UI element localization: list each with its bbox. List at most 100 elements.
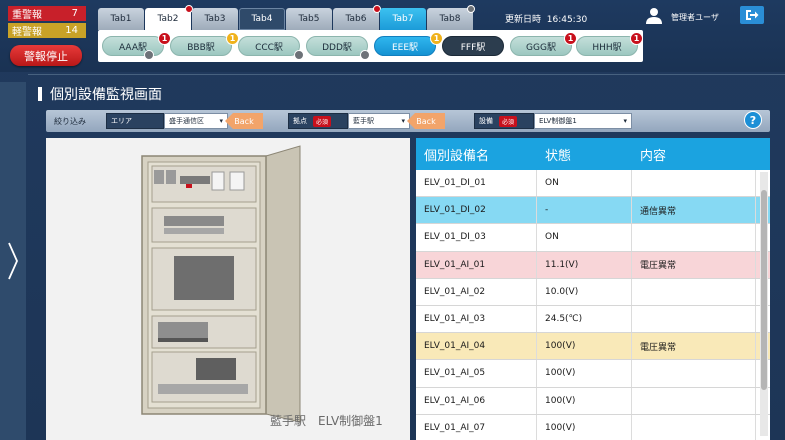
area-back-button[interactable]: Back xyxy=(225,113,263,129)
image-caption: 藍手駅 ELV制御盤1 xyxy=(270,414,383,428)
cell-state: ON xyxy=(537,224,632,251)
area-filter: エリア 盛手通信区 ▾ Back xyxy=(106,113,263,129)
update-time: 更新日時 16:45:30 xyxy=(505,12,587,25)
heavy-alarm-counter[interactable]: 重警報 7 xyxy=(8,6,86,21)
dropdown-arrow-icon: ▾ xyxy=(219,117,223,125)
light-alarm-counter[interactable]: 軽警報 14 xyxy=(8,23,86,38)
top-header: 重警報 7 軽警報 14 警報停止 Tab1 Tab2 Tab3 Tab4 Ta… xyxy=(0,0,785,72)
control-panel-image xyxy=(141,145,301,423)
station-label: FFF駅 xyxy=(460,42,486,53)
cell-name: ELV_01_DI_03 xyxy=(416,224,537,251)
table-row[interactable]: ELV_01_DI_02- 通信異常 xyxy=(416,197,770,225)
required-badge: 必須 xyxy=(313,115,332,127)
cell-detail xyxy=(632,224,756,251)
base-back-button[interactable]: Back xyxy=(407,113,445,129)
base-select-value: 藍手駅 xyxy=(353,117,374,125)
user-icon xyxy=(646,8,662,24)
tab-2[interactable]: Tab2 xyxy=(145,5,193,30)
column-header-name[interactable]: 個別設備名 xyxy=(416,138,537,170)
table-row[interactable]: ELV_01_AI_01 11.1(V) 電圧異常 xyxy=(416,251,770,279)
cell-state: 11.1(V) xyxy=(537,251,632,278)
scrollbar-thumb[interactable] xyxy=(761,190,767,390)
cell-name: ELV_01_AI_02 xyxy=(416,278,537,305)
equipment-select-value: ELV制御盤1 xyxy=(539,117,577,125)
base-filter: 拠点 必須 藍手駅 ▾ Back xyxy=(288,113,445,129)
station-hhh[interactable]: HHH駅 xyxy=(576,36,638,56)
logout-button[interactable] xyxy=(740,6,764,24)
cell-name: ELV_01_DI_01 xyxy=(416,170,537,197)
area-select[interactable]: 盛手通信区 ▾ xyxy=(164,113,228,129)
station-bar: AAA駅 1 BBB駅 1 CCC駅 DDD駅 EEE駅 1 FFF駅 GGG駅… xyxy=(98,30,643,62)
status-dot-icon xyxy=(294,50,304,60)
tab-5[interactable]: Tab5 xyxy=(286,8,332,30)
sidebar-toggle[interactable] xyxy=(0,82,26,440)
user-name[interactable]: 管理者ユーザ xyxy=(671,12,719,23)
equipment-image-panel: 藍手駅 ELV制御盤1 xyxy=(46,138,410,440)
tab-4[interactable]: Tab4 xyxy=(239,8,285,30)
column-header-state[interactable]: 状態 xyxy=(537,138,632,170)
table-row[interactable]: ELV_01_AI_02 10.0(V) xyxy=(416,278,770,306)
table-row[interactable]: ELV_01_DI_03 ON xyxy=(416,224,770,252)
area-label: エリア xyxy=(106,113,164,129)
column-header-detail[interactable]: 内容 xyxy=(632,138,756,170)
alarm-badge: 1 xyxy=(630,32,643,45)
cell-state: 100(V) xyxy=(537,333,632,360)
page-title-text: 個別設備監視画面 xyxy=(50,87,162,103)
tab-1[interactable]: Tab1 xyxy=(98,8,144,30)
station-eee[interactable]: EEE駅 xyxy=(374,36,436,56)
cell-name: ELV_01_DI_02 xyxy=(416,197,537,224)
required-badge: 必須 xyxy=(499,115,518,127)
tab-2-label: Tab2 xyxy=(157,14,179,24)
cell-detail: 電圧異常 xyxy=(632,333,756,360)
table-row[interactable]: ELV_01_DI_01 ON xyxy=(416,170,770,198)
cell-detail xyxy=(632,414,756,440)
page-title: 個別設備監視画面 xyxy=(38,84,162,104)
station-fff[interactable]: FFF駅 xyxy=(442,36,504,56)
table-row[interactable]: ELV_01_AI_04 100(V) 電圧異常 xyxy=(416,333,770,361)
cell-state: ON xyxy=(537,170,632,197)
station-aaa[interactable]: AAA駅 xyxy=(102,36,164,56)
divider xyxy=(28,74,785,75)
alarm-stop-button[interactable]: 警報停止 xyxy=(10,45,82,66)
cell-detail xyxy=(632,387,756,414)
status-dot-icon xyxy=(360,50,370,60)
cell-name: ELV_01_AI_07 xyxy=(416,414,537,440)
tab-3[interactable]: Tab3 xyxy=(192,8,238,30)
tab-8[interactable]: Tab8 xyxy=(427,5,475,30)
tab-7[interactable]: Tab7 xyxy=(380,8,426,30)
station-ccc[interactable]: CCC駅 xyxy=(238,36,300,56)
table-scrollbar[interactable] xyxy=(760,172,768,436)
base-label-text: 拠点 xyxy=(293,117,307,125)
station-ddd[interactable]: DDD駅 xyxy=(306,36,368,56)
heavy-alarm-count: 7 xyxy=(71,8,78,19)
tab-6[interactable]: Tab6 xyxy=(333,5,381,30)
cell-state: - xyxy=(537,197,632,224)
cell-name: ELV_01_AI_01 xyxy=(416,251,537,278)
cell-detail: 通信異常 xyxy=(632,197,756,224)
table-row[interactable]: ELV_01_AI_03 24.5(℃) xyxy=(416,305,770,334)
base-select[interactable]: 藍手駅 ▾ xyxy=(348,113,410,129)
table-header: 個別設備名 状態 内容 xyxy=(416,138,770,170)
equipment-filter: 設備 必須 ELV制御盤1 ▾ xyxy=(474,113,632,129)
table-row[interactable]: ELV_01_AI_07 100(V) xyxy=(416,414,770,440)
table-row[interactable]: ELV_01_AI_05 100(V) xyxy=(416,360,770,388)
alarm-badge: 1 xyxy=(226,32,239,45)
dropdown-arrow-icon: ▾ xyxy=(623,117,627,125)
station-bbb[interactable]: BBB駅 xyxy=(170,36,232,56)
chevron-right-icon xyxy=(8,242,18,280)
dropdown-arrow-icon: ▾ xyxy=(401,117,405,125)
cell-state: 24.5(℃) xyxy=(537,305,632,333)
table-row[interactable]: ELV_01_AI_06 100(V) xyxy=(416,387,770,415)
cell-name: ELV_01_AI_05 xyxy=(416,360,537,387)
cell-state: 100(V) xyxy=(537,360,632,387)
station-label: DDD駅 xyxy=(322,42,352,53)
alarm-badge: 1 xyxy=(564,32,577,45)
station-label: CCC駅 xyxy=(255,42,283,53)
equipment-select[interactable]: ELV制御盤1 ▾ xyxy=(534,113,632,129)
help-button[interactable]: ? xyxy=(744,111,762,129)
station-label: HHH駅 xyxy=(592,42,622,53)
cell-state: 100(V) xyxy=(537,387,632,414)
station-ggg[interactable]: GGG駅 xyxy=(510,36,572,56)
tab-bar: Tab1 Tab2 Tab3 Tab4 Tab5 Tab6 Tab7 Tab8 xyxy=(98,5,475,30)
cell-state: 10.0(V) xyxy=(537,278,632,305)
